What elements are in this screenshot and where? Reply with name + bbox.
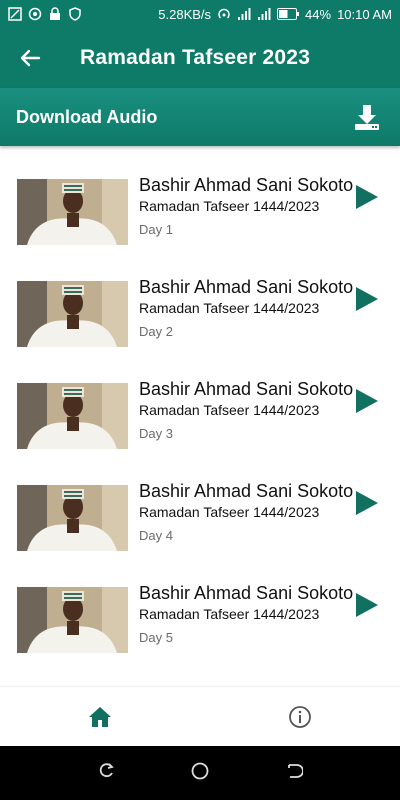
title-clip: Bashir Ahmad Sani Sokoto	[139, 377, 363, 401]
item-title: Bashir Ahmad Sani Sokoto	[139, 583, 354, 603]
item-title: Bashir Ahmad Sani Sokoto	[139, 481, 354, 501]
title-clip: Bashir Ahmad Sani Sokoto	[139, 479, 363, 503]
play-button[interactable]	[354, 387, 380, 415]
circle-icon	[191, 762, 209, 779]
net-speed: 5.28KB/s	[158, 6, 212, 22]
item-subtitle: Ramadan Tafseer 1444/2023	[139, 198, 320, 214]
clock: 10:10 AM	[337, 6, 392, 22]
play-button[interactable]	[354, 489, 380, 517]
download-label: Download Audio	[16, 106, 158, 127]
item-day: Day 2	[139, 324, 173, 339]
recents-button[interactable]	[97, 762, 115, 785]
shield-icon	[69, 7, 81, 21]
title-clip: Bashir Ahmad Sani Sokoto	[139, 275, 363, 299]
info-icon	[289, 705, 311, 728]
title-clip: Bashir Ahmad Sani Sokoto	[139, 581, 363, 605]
play-icon	[356, 593, 378, 617]
back-system-icon	[287, 763, 304, 778]
play-icon	[356, 287, 378, 311]
play-icon	[356, 389, 378, 413]
status-right: 5.28KB/s 44% 10:10 AM	[158, 7, 392, 22]
item-day: Day 4	[139, 528, 173, 543]
play-icon	[356, 491, 378, 515]
download-bar: Download Audio	[0, 88, 400, 146]
hotspot-icon	[218, 8, 230, 19]
home-system-button[interactable]	[190, 761, 210, 786]
home-icon	[89, 706, 111, 727]
sync-icon	[28, 7, 42, 21]
item-subtitle: Ramadan Tafseer 1444/2023	[139, 504, 320, 520]
signal-icon-2	[258, 8, 271, 20]
video-thumbnail	[17, 587, 128, 653]
battery-level: 44%	[305, 6, 332, 22]
play-button[interactable]	[354, 591, 380, 619]
item-title: Bashir Ahmad Sani Sokoto	[139, 175, 354, 195]
video-thumbnail	[17, 485, 128, 551]
video-thumbnail	[17, 179, 128, 245]
item-subtitle: Ramadan Tafseer 1444/2023	[139, 606, 320, 622]
item-title: Bashir Ahmad Sani Sokoto	[139, 379, 354, 399]
item-subtitle: Ramadan Tafseer 1444/2023	[139, 300, 320, 316]
back-button[interactable]	[0, 28, 60, 88]
app-bar: Ramadan Tafseer 2023	[0, 28, 400, 88]
play-button[interactable]	[354, 183, 380, 211]
back-system-button[interactable]	[285, 762, 304, 785]
item-day: Day 5	[139, 630, 173, 645]
list-item[interactable]: Bashir Ahmad Sani Sokoto Ramadan Tafseer…	[0, 452, 400, 554]
nav-home[interactable]	[0, 687, 200, 746]
item-day: Day 1	[139, 222, 173, 237]
download-icon	[355, 105, 379, 130]
status-left	[8, 7, 82, 21]
page-title: Ramadan Tafseer 2023	[80, 46, 311, 69]
video-thumbnail	[17, 281, 128, 347]
system-nav-bar	[0, 746, 400, 800]
play-icon	[356, 185, 378, 209]
list-item[interactable]: Bashir Ahmad Sani Sokoto Ramadan Tafseer…	[0, 248, 400, 350]
title-clip: Bashir Ahmad Sani Sokoto	[139, 173, 363, 197]
list-item[interactable]: Bashir Ahmad Sani Sokoto Ramadan Tafseer…	[0, 554, 400, 656]
download-button[interactable]	[352, 102, 382, 132]
video-thumbnail	[17, 383, 128, 449]
status-bar: 5.28KB/s 44% 10:10 AM	[0, 0, 400, 28]
screenshot-icon	[8, 7, 22, 21]
battery-icon	[277, 8, 300, 20]
item-day: Day 3	[139, 426, 173, 441]
tafseer-list: Bashir Ahmad Sani Sokoto Ramadan Tafseer…	[0, 146, 400, 686]
list-item[interactable]: Bashir Ahmad Sani Sokoto Ramadan Tafseer…	[0, 146, 400, 248]
item-subtitle: Ramadan Tafseer 1444/2023	[139, 402, 320, 418]
bottom-nav	[0, 686, 400, 746]
signal-icon	[238, 8, 251, 20]
nav-info[interactable]	[200, 687, 400, 746]
arrow-left-icon	[20, 49, 41, 67]
recents-icon	[100, 762, 115, 777]
list-item[interactable]: Bashir Ahmad Sani Sokoto Ramadan Tafseer…	[0, 350, 400, 452]
play-button[interactable]	[354, 285, 380, 313]
lock-icon	[50, 7, 60, 20]
item-title: Bashir Ahmad Sani Sokoto	[139, 277, 354, 297]
